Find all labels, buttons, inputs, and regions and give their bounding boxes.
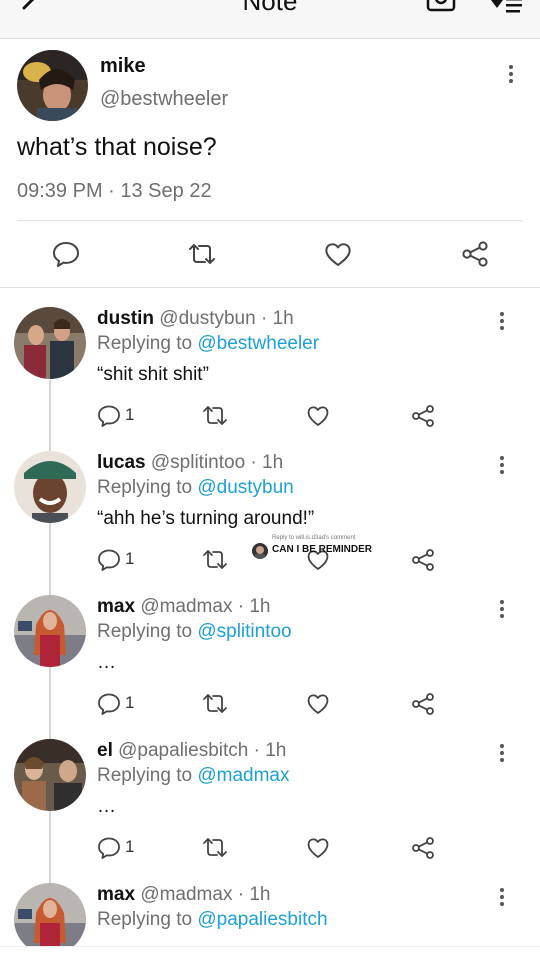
sticker-comment: CAN I BE REMINDER: [272, 544, 373, 555]
replying-to-link[interactable]: @papaliesbitch: [197, 909, 327, 930]
reply-author-name[interactable]: dustin: [97, 308, 154, 329]
retweet-icon[interactable]: [186, 241, 218, 267]
sticker-caption: Reply to will.is.d3ad's comment: [272, 535, 356, 541]
more-options-icon[interactable]: [499, 600, 505, 621]
reply-author-handle[interactable]: @madmax: [140, 884, 232, 905]
reply-time: · 1h: [237, 596, 271, 617]
like-icon[interactable]: [306, 692, 330, 716]
reply-author-name[interactable]: el: [97, 740, 113, 761]
bottom-edge: [0, 946, 540, 961]
post-text: what’s that noise?: [17, 133, 217, 161]
retweet-icon[interactable]: [201, 692, 229, 716]
divider: [17, 220, 523, 221]
retweet-icon[interactable]: [201, 836, 229, 860]
reply-count: 1: [125, 405, 135, 424]
comment-icon[interactable]: [52, 240, 80, 268]
reply-header: el @papaliesbitch · 1h: [97, 740, 286, 762]
replying-to-label: Replying to: [97, 621, 193, 642]
replying-to-label: Replying to: [97, 477, 193, 498]
reply-text: “shit shit shit”: [97, 364, 209, 385]
replying-to: Replying to @bestwheeler: [97, 333, 319, 355]
reply-text: …: [97, 796, 116, 817]
reply-author-name[interactable]: lucas: [97, 452, 146, 473]
sticker-avatar: [252, 543, 268, 559]
more-options-icon[interactable]: [508, 65, 514, 86]
reply-sticker[interactable]: Reply to will.is.d3ad's comment CAN I BE…: [250, 535, 380, 561]
reply-author-name[interactable]: max: [97, 596, 135, 617]
more-options-icon[interactable]: [499, 744, 505, 765]
sort-icon[interactable]: [488, 0, 524, 16]
author-handle[interactable]: @bestwheeler: [100, 88, 228, 111]
more-options-icon[interactable]: [499, 888, 505, 909]
comment-icon[interactable]: [97, 548, 121, 572]
reply-text: “ahh he’s turning around!”: [97, 508, 315, 529]
reply-time: · 1h: [237, 884, 271, 905]
reply-item[interactable]: max @madmax · 1h Replying to @splitintoo…: [0, 596, 540, 740]
page-title: Note: [242, 0, 298, 16]
reply-header: dustin @dustybun · 1h: [97, 308, 294, 330]
reply-time: · 1h: [253, 740, 287, 761]
reply-count: 1: [125, 693, 135, 712]
retweet-icon[interactable]: [201, 548, 229, 572]
reply-actions: 1: [97, 404, 457, 428]
reply-item[interactable]: el @papaliesbitch · 1h Replying to @madm…: [0, 740, 540, 884]
like-icon[interactable]: [306, 404, 330, 428]
reply-item[interactable]: max @madmax · 1h Replying to @papaliesbi…: [0, 884, 540, 946]
replying-to: Replying to @papaliesbitch: [97, 909, 328, 931]
comment-icon[interactable]: [97, 692, 121, 716]
like-icon[interactable]: [306, 836, 330, 860]
more-options-icon[interactable]: [499, 312, 505, 333]
top-bar: Note: [0, 0, 540, 39]
replying-to: Replying to @splitintoo: [97, 621, 292, 643]
reply-time: · 1h: [250, 452, 284, 473]
reply-count: 1: [125, 549, 135, 568]
reply-author-handle[interactable]: @dustybun: [159, 308, 255, 329]
replying-to-link[interactable]: @madmax: [197, 765, 289, 786]
avatar[interactable]: [17, 50, 88, 121]
replying-to-link[interactable]: @bestwheeler: [197, 333, 319, 354]
author-name[interactable]: mike: [100, 55, 146, 78]
reply-text: …: [97, 652, 116, 673]
reply-header: lucas @splitintoo · 1h: [97, 452, 283, 474]
more-options-icon[interactable]: [499, 456, 505, 477]
reply-author-handle[interactable]: @madmax: [140, 596, 232, 617]
replying-to: Replying to @madmax: [97, 765, 290, 787]
replying-to-label: Replying to: [97, 909, 193, 930]
reply-author-handle[interactable]: @splitintoo: [151, 452, 245, 473]
reply-actions: 1: [97, 692, 457, 716]
reply-actions: 1: [97, 836, 457, 860]
reply-header: max @madmax · 1h: [97, 596, 271, 618]
divider: [0, 287, 540, 288]
comment-icon[interactable]: [97, 836, 121, 860]
reply-count: 1: [125, 837, 135, 856]
share-icon[interactable]: [411, 692, 435, 716]
post-timestamp: 09:39 PM · 13 Sep 22: [17, 180, 212, 202]
reply-header: max @madmax · 1h: [97, 884, 271, 906]
share-icon[interactable]: [461, 240, 489, 268]
camera-icon[interactable]: [426, 0, 456, 14]
share-icon[interactable]: [411, 404, 435, 428]
share-icon[interactable]: [411, 836, 435, 860]
replying-to-link[interactable]: @splitintoo: [197, 621, 291, 642]
reply-author-handle[interactable]: @papaliesbitch: [118, 740, 248, 761]
reply-author-name[interactable]: max: [97, 884, 135, 905]
retweet-icon[interactable]: [201, 404, 229, 428]
share-icon[interactable]: [411, 548, 435, 572]
replying-to-label: Replying to: [97, 765, 193, 786]
replying-to: Replying to @dustybun: [97, 477, 294, 499]
reply-item[interactable]: dustin @dustybun · 1h Replying to @bestw…: [0, 308, 540, 452]
comment-icon[interactable]: [97, 404, 121, 428]
like-icon[interactable]: [324, 241, 352, 267]
reply-item[interactable]: lucas @splitintoo · 1h Replying to @dust…: [0, 452, 540, 596]
replying-to-link[interactable]: @dustybun: [197, 477, 293, 498]
replying-to-label: Replying to: [97, 333, 193, 354]
reply-time: · 1h: [260, 308, 294, 329]
